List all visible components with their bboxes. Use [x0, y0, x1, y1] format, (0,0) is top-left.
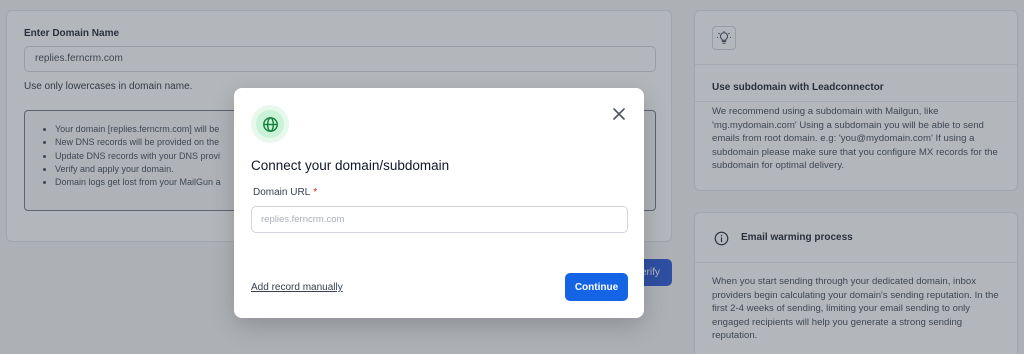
- modal-title: Connect your domain/subdomain: [251, 158, 450, 173]
- continue-button[interactable]: Continue: [565, 273, 628, 301]
- globe-icon: [262, 116, 278, 132]
- connect-domain-modal: Connect your domain/subdomain Domain URL…: [234, 88, 644, 318]
- close-icon: [613, 108, 625, 120]
- close-modal-button[interactable]: [610, 105, 628, 123]
- add-record-manually-link[interactable]: Add record manually: [251, 282, 343, 293]
- domain-url-label: Domain URL *: [253, 187, 317, 198]
- domain-url-label-text: Domain URL: [253, 187, 311, 198]
- globe-icon-badge: [251, 105, 289, 143]
- domain-url-input[interactable]: [251, 206, 628, 233]
- required-asterisk: *: [313, 187, 318, 198]
